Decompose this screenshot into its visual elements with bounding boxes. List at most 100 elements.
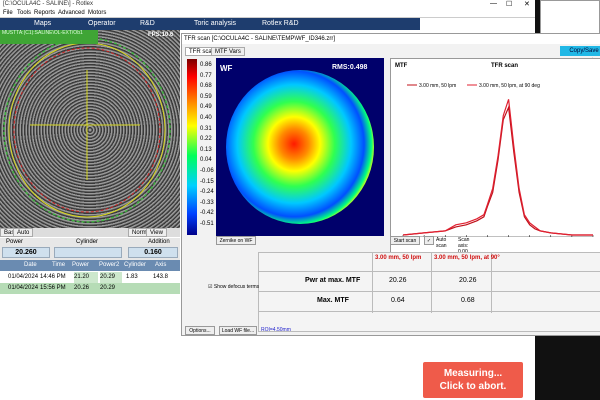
cell-power: 21.20 <box>74 272 98 283</box>
main-titlebar: [C:\OCULA4C - SALINE\] - Rotlex <box>0 0 535 9</box>
wf-label: WF <box>220 64 233 73</box>
colorbar-tick: 0.59 <box>200 93 212 100</box>
colorbar-tick: 0.86 <box>200 62 212 68</box>
live-camera-view[interactable] <box>0 30 180 228</box>
menubar: File Tools Reports Advanced Motors <box>0 9 535 18</box>
table-row[interactable]: 01/04/2024 14:46 PM 21.20 20.29 1.83 143… <box>0 272 180 283</box>
menu-reports[interactable]: Reports <box>34 10 55 16</box>
live-overlay <box>3 37 171 223</box>
table-row[interactable]: 01/04/2024 15:56 PM 20.26 20.29 <box>0 283 180 294</box>
cell-cylinder: 1.83 <box>126 274 138 280</box>
tab-maps[interactable]: Maps <box>34 20 51 27</box>
auto-scan-label: Auto scan <box>436 237 447 249</box>
cylinder-value <box>54 247 122 258</box>
lower-left-area <box>0 296 180 400</box>
tab-view[interactable]: View <box>146 228 167 237</box>
cell-date: 01/04/2024 <box>8 274 39 280</box>
dialog-title: TFR scan [C:\OCULA4C - SALINE\TEMP\WF_ID… <box>182 34 600 44</box>
colorbar-tick: -0.33 <box>200 199 214 206</box>
nav-strip: Maps Operator R&D Toric analysis Rotlex … <box>0 18 420 30</box>
col-date: Date <box>24 262 37 268</box>
copy-save-button[interactable]: Copy/Save current <box>560 46 600 64</box>
live-status-tag: MUSTTA:(C1):SALINE\OL-EXT/Ob1 <box>0 30 98 44</box>
cell-time: 15:56 PM <box>40 285 66 291</box>
chart-title: TFR scan <box>491 63 518 69</box>
wavefront-svg <box>226 70 374 224</box>
mtf-chart[interactable]: MTF TFR scan 3.00 mm, 50 lpm 3.00 mm, 50 lp… <box>390 58 600 262</box>
options-button[interactable]: Options... <box>185 326 215 335</box>
result-value: 0.64 <box>391 297 405 304</box>
window-title: [C:\OCULA4C - SALINE\] - Rotlex <box>3 1 94 7</box>
auto-scan-checkbox[interactable]: ✓ <box>424 236 434 245</box>
colorbar-tick: -0.15 <box>200 178 214 185</box>
power-label: Power <box>6 239 24 245</box>
tab-mtf-vars[interactable]: MTF Vars <box>211 47 245 56</box>
colorbar-tick: -0.42 <box>200 210 214 217</box>
col-power: Power <box>72 262 90 268</box>
result-value: 20.26 <box>389 277 407 284</box>
tab-operator[interactable]: Operator <box>88 20 116 27</box>
cell-power2: 20.29 <box>100 272 122 283</box>
rms-readout: RMS:0.498 <box>332 64 368 71</box>
maximize-icon[interactable]: ☐ <box>506 0 512 8</box>
window-controls: — ☐ ✕ <box>486 0 536 9</box>
colorbar-tick: 0.77 <box>200 72 212 79</box>
load-wf-button[interactable]: Load WF file... <box>219 326 257 335</box>
live-mode-tabs: Base Auto Norm View <box>0 228 180 237</box>
colorbar-tick: 0.04 <box>200 157 212 164</box>
menu-motors[interactable]: Motors <box>88 10 106 16</box>
start-scan-button[interactable]: Start scan <box>390 236 420 245</box>
close-icon[interactable]: ✕ <box>524 0 530 8</box>
col-time: Time <box>52 262 66 268</box>
measure-line2: Click to abort. <box>439 381 507 392</box>
measure-line1: Measuring... <box>443 368 503 379</box>
menu-tools[interactable]: Tools <box>17 10 31 16</box>
minimize-icon[interactable]: — <box>490 0 497 7</box>
series-line <box>402 105 593 236</box>
colorbar-tick: -0.06 <box>200 168 214 174</box>
colorbar-tick: 0.68 <box>200 83 212 90</box>
colorbar-tick: 0.49 <box>200 104 212 111</box>
zernike-button[interactable]: Zernike on WF <box>216 236 256 245</box>
chart-ylabel: MTF <box>395 63 408 69</box>
colorbar <box>187 59 197 235</box>
col-cylinder: Cylinder <box>124 262 147 268</box>
results-table: 3.00 mm, 50 lpm 3.00 mm, 50 lpm, at 90° … <box>258 252 600 332</box>
colorbar-tick: 0.31 <box>200 125 212 132</box>
addition-label: Addition <box>148 239 170 245</box>
result-value: 0.68 <box>461 297 475 304</box>
colorbar-tick: 0.22 <box>200 136 212 143</box>
cell-power2: 20.29 <box>100 285 116 291</box>
result-col2-header: 3.00 mm, 50 lpm, at 90° <box>434 255 500 261</box>
tab-rotlex-rnd[interactable]: Rotlex R&D <box>262 20 299 27</box>
colorbar-tick: 0.13 <box>200 146 212 153</box>
cell-axis: 143.8 <box>153 274 169 280</box>
result-row-label: Pwr at max. MTF <box>305 277 361 284</box>
tab-auto[interactable]: Auto <box>13 228 34 237</box>
wavefront-map[interactable] <box>216 58 384 236</box>
menu-file[interactable]: File <box>3 10 13 16</box>
show-defocus-label: Show defocus terms <box>213 284 260 290</box>
tab-rnd[interactable]: R&D <box>140 20 155 27</box>
show-defocus-option[interactable]: ☑ Show defocus terms <box>208 284 259 290</box>
menu-advanced[interactable]: Advanced <box>58 10 85 16</box>
measurement-table: Date Time Power Power2 Cylinder Axis 01/… <box>0 260 180 296</box>
readout-row: Power 20.260 Cylinder Addition 0.160 <box>0 238 180 260</box>
table-header: Date Time Power Power2 Cylinder Axis <box>0 260 180 271</box>
live-overlay-text: MUSTTA:(C1):SALINE\OL-EXT/Ob1 <box>2 30 83 36</box>
dialog-tabs: TFR scan MTF Vars <box>185 47 385 57</box>
fps-readout: FPS:10.6 <box>148 32 174 38</box>
series-line <box>402 99 593 236</box>
power-value: 20.260 <box>2 247 50 258</box>
result-col1-header: 3.00 mm, 50 lpm <box>375 255 422 261</box>
col-power2: Power2 <box>99 262 120 268</box>
measure-abort-button[interactable]: Measuring... Click to abort. <box>423 362 523 398</box>
result-value: 20.26 <box>459 277 477 284</box>
cell-time: 14:46 PM <box>40 274 66 280</box>
cell-power: 20.26 <box>74 285 90 291</box>
roi-label: ROI=4.50mm <box>261 327 291 333</box>
result-row-label: Max. MTF <box>317 297 349 304</box>
legend-entry: 3.00 mm, 50 lpm <box>419 83 456 89</box>
tab-toric-analysis[interactable]: Toric analysis <box>194 20 236 27</box>
dialog-bottom-bar: Options... Load WF file... ROI=4.50mm <box>185 326 600 336</box>
